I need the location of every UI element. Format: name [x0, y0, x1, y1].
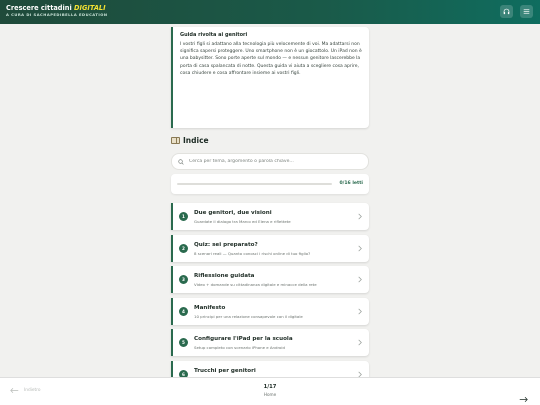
- search-icon: [178, 158, 184, 165]
- section-description: 8 scenari reali — Quanto conosci i risch…: [194, 250, 311, 256]
- headphones-icon: [503, 8, 510, 15]
- guide-text: I vostri figli si adattano alla tecnolog…: [180, 42, 362, 76]
- section-number: 2: [179, 243, 188, 253]
- chevron-right-icon: [358, 213, 362, 220]
- search-input[interactable]: [189, 159, 359, 164]
- index-heading: Indice: [171, 136, 209, 145]
- page-count: 1/17: [263, 384, 277, 390]
- section-number: 3: [179, 275, 188, 284]
- section-title: Trucchi per genitori: [194, 367, 256, 374]
- prev-label: Indietro: [24, 388, 41, 393]
- book-icon: [171, 137, 180, 144]
- search-bar[interactable]: [171, 153, 369, 170]
- page-indicator: 1/17 Home: [250, 384, 290, 397]
- section-title: Configurare l'iPad per la scuola: [194, 336, 293, 342]
- guide-title: Guida rivolta ai genitori: [180, 32, 248, 38]
- parent-guide-intro: Guida rivolta ai genitori I vostri figli…: [171, 27, 369, 128]
- menu-icon: [523, 9, 530, 14]
- page-label: Home: [263, 392, 277, 397]
- section-card[interactable]: 3 Riflessione guidata Video + domande su c…: [171, 266, 369, 293]
- chevron-right-icon: [358, 308, 362, 314]
- reading-progress: 0/16 letti: [171, 174, 369, 194]
- section-card[interactable]: 2 Quiz: sei preparato? 8 scenari reali — Q…: [171, 234, 369, 262]
- index-title: Indice: [183, 136, 209, 145]
- app-subtitle: A CURA DI SACHAPEDIBELLA EDUCATION: [6, 13, 108, 17]
- chevron-right-icon: [358, 276, 362, 283]
- section-title: Manifesto: [194, 304, 226, 311]
- section-description: Video + domande su cittadinanza digitale…: [194, 282, 317, 287]
- arrow-right-icon: [519, 396, 528, 403]
- app-title: Crescere cittadini DIGITALI: [6, 4, 106, 12]
- section-description: Setup completo con scenario iPhone e And…: [194, 345, 285, 350]
- section-card[interactable]: 5 Configurare l'iPad per la scuola Setup c…: [171, 329, 369, 356]
- section-description: Guardate il dialogo tra Marco ed Elena e…: [194, 219, 291, 224]
- section-title: Quiz: sei preparato?: [194, 241, 258, 248]
- section-description: 10 principi per una relazione consapevol…: [194, 313, 303, 319]
- section-card[interactable]: 4 Manifesto 10 principi per una relazione …: [171, 297, 369, 325]
- progress-track: [177, 183, 332, 185]
- section-title: Riflessione guidata: [194, 273, 255, 279]
- menu-button[interactable]: [520, 5, 533, 18]
- chevron-right-icon: [358, 339, 362, 346]
- section-card[interactable]: 1 Due genitori, due visioni Guardate il di…: [171, 203, 369, 230]
- section-title: Due genitori, due visioni: [194, 210, 272, 216]
- chevron-right-icon: [358, 245, 362, 251]
- arrow-left-icon: [10, 387, 19, 394]
- section-number: 4: [179, 306, 188, 316]
- section-number: 5: [179, 338, 188, 347]
- next-button[interactable]: [519, 388, 528, 405]
- brand[interactable]: Crescere cittadini DIGITALI A CURA DI SA…: [6, 4, 107, 18]
- app-header: Crescere cittadini DIGITALI A CURA DI SA…: [0, 0, 540, 24]
- progress-label: 0/16 letti: [339, 181, 363, 186]
- bottom-navigation: Indietro 1/17 Home: [0, 377, 540, 405]
- prev-button[interactable]: Indietro: [10, 387, 41, 394]
- section-number: 1: [179, 212, 188, 221]
- audio-button[interactable]: [500, 5, 513, 18]
